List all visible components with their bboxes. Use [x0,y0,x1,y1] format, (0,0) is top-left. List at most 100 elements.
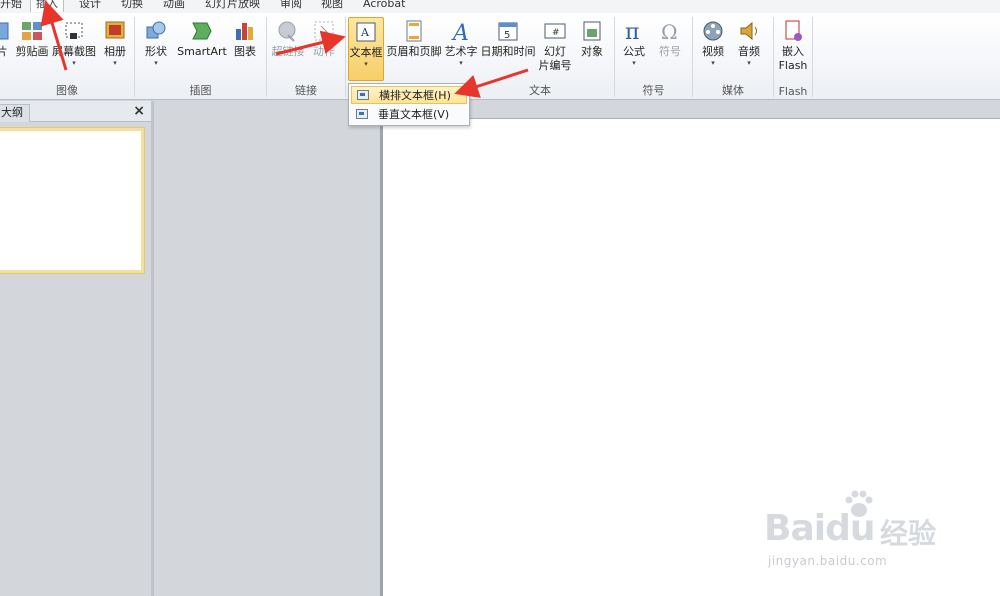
embed-label: 嵌入 [782,45,804,58]
group-divider [812,17,813,97]
menu-item-horizontal-textbox[interactable]: 横排文本框(H) [351,86,467,104]
flash-label: Flash [778,59,808,72]
clipart-label: 剪贴画 [15,45,49,58]
chevron-down-icon: ▾ [632,59,636,67]
chevron-down-icon: ▾ [72,59,76,67]
symbol-label: 符号 [659,45,681,58]
slide-thumbnail[interactable] [0,127,145,274]
photo-album-icon [105,21,125,39]
smartart-button[interactable]: SmartArt [175,17,229,59]
tab-view[interactable]: 视图 [321,0,343,12]
group-flash: 嵌入 Flash Flash [774,13,812,100]
horizontal-textbox-icon [357,90,369,100]
group-label-image: 图像 [56,84,78,97]
watermark-brand: Baidu [764,508,875,549]
chevron-down-icon: ▾ [154,59,158,67]
film-reel-icon [703,21,723,41]
pane-tabs: 大纲 × [0,101,151,122]
group-illustration: 形状 ▾ SmartArt 图表 插图 [135,13,266,100]
speaker-icon [740,21,757,41]
audio-button[interactable]: 音频 ▾ [733,17,765,68]
ribbon: 片 剪贴画 屏幕截图 ▾ 相册 ▾ 图像 形状 ▾ SmartArt 图表 插图… [0,13,1000,100]
baidu-watermark: Baidu 经验 jingyan.baidu.com [764,484,964,584]
tab-outline[interactable]: 大纲 [0,104,30,122]
action-button[interactable]: 动作 [309,17,339,59]
header-footer-icon [406,20,422,42]
slide-number-icon: # [544,23,566,39]
textbox-label: 文本框 [349,46,383,59]
picture-label: 片 [0,45,8,58]
shapes-button[interactable]: 形状 ▾ [141,17,171,68]
slide-number-label-2: 片编号 [538,59,572,72]
svg-text:5: 5 [504,30,510,41]
chart-button[interactable]: 图表 [231,17,259,59]
embed-flash-button[interactable]: 嵌入 Flash [776,17,810,73]
object-label: 对象 [581,45,603,58]
chevron-down-icon: ▾ [747,59,751,67]
chevron-down-icon: ▾ [711,59,715,67]
tab-transitions[interactable]: 切换 [121,0,143,12]
object-button[interactable]: 对象 [576,17,608,59]
hyperlink-label: 超链接 [271,45,305,58]
menu-item-label: 垂直文本框(V) [378,108,450,121]
wordart-button[interactable]: A 艺术字 ▾ [443,17,479,68]
tab-animations[interactable]: 动画 [163,0,185,12]
date-time-label: 日期和时间 [480,45,536,58]
group-label-symbol: 符号 [642,84,665,97]
tab-slideshow[interactable]: 幻灯片放映 [205,0,260,12]
close-icon[interactable]: × [133,102,145,120]
group-image: 片 剪贴画 屏幕截图 ▾ 相册 ▾ 图像 [0,13,134,100]
watermark-url: jingyan.baidu.com [768,554,888,568]
shapes-icon [146,21,166,39]
equation-button[interactable]: π 公式 ▾ [619,17,649,68]
equation-label: 公式 [623,45,645,58]
date-time-button[interactable]: 5 日期和时间 [480,17,536,59]
shapes-label: 形状 [145,45,167,58]
tab-review[interactable]: 审阅 [280,0,302,12]
tab-design[interactable]: 设计 [79,0,101,12]
textbox-icon: A [356,22,376,42]
flash-document-icon [785,20,802,41]
menu-item-vertical-textbox[interactable]: 垂直文本框(V) [351,106,467,124]
ribbon-tab-bar: 开始 插入 设计 切换 动画 幻灯片放映 审阅 视图 Acrobat [0,0,1000,13]
group-label-media: 媒体 [722,84,744,97]
svg-text:A: A [451,21,469,43]
screenshot-icon [65,22,83,39]
wordart-icon: A [451,21,469,43]
bar-chart-icon [236,23,253,40]
tab-home[interactable]: 开始 [0,0,22,12]
picture-button[interactable]: 片 [0,17,10,59]
album-label: 相册 [104,45,126,58]
album-button[interactable]: 相册 ▾ [101,17,129,68]
tab-insert[interactable]: 插入 [30,0,64,12]
symbol-button[interactable]: Ω 符号 [655,17,685,59]
audio-label: 音频 [738,45,760,58]
action-label: 动作 [313,45,335,58]
clipart-icon [22,22,42,40]
hyperlink-button[interactable]: 超链接 [270,17,306,59]
video-button[interactable]: 视频 ▾ [697,17,729,68]
slide-number-button[interactable]: # 幻灯 片编号 [538,17,572,73]
clipart-button[interactable]: 剪贴画 [14,17,50,59]
group-media: 视频 ▾ 音频 ▾ 媒体 [693,13,773,100]
tab-acrobat[interactable]: Acrobat [363,0,405,12]
header-footer-label: 页眉和页脚 [386,45,442,58]
screenshot-button[interactable]: 屏幕截图 ▾ [51,17,97,68]
header-footer-button[interactable]: 页眉和页脚 [386,17,442,59]
pi-icon: π [625,20,639,43]
action-icon [314,21,334,41]
slide-number-label-1: 幻灯 [544,45,566,58]
chevron-down-icon: ▾ [113,59,117,67]
menu-item-label: 横排文本框(H) [379,89,451,102]
video-label: 视频 [702,45,724,58]
group-label-flash: Flash [778,85,808,98]
chevron-down-icon: ▾ [364,60,368,68]
slides-pane: 大纲 × [0,101,151,596]
group-label-link: 链接 [295,84,317,97]
group-link: 超链接 动作 链接 [267,13,345,100]
svg-text:Ω: Ω [661,20,678,43]
wordart-label: 艺术字 [444,45,478,58]
svg-text:π: π [625,20,639,43]
textbox-button[interactable]: A 文本框 ▾ [348,17,384,81]
object-icon [583,21,601,41]
